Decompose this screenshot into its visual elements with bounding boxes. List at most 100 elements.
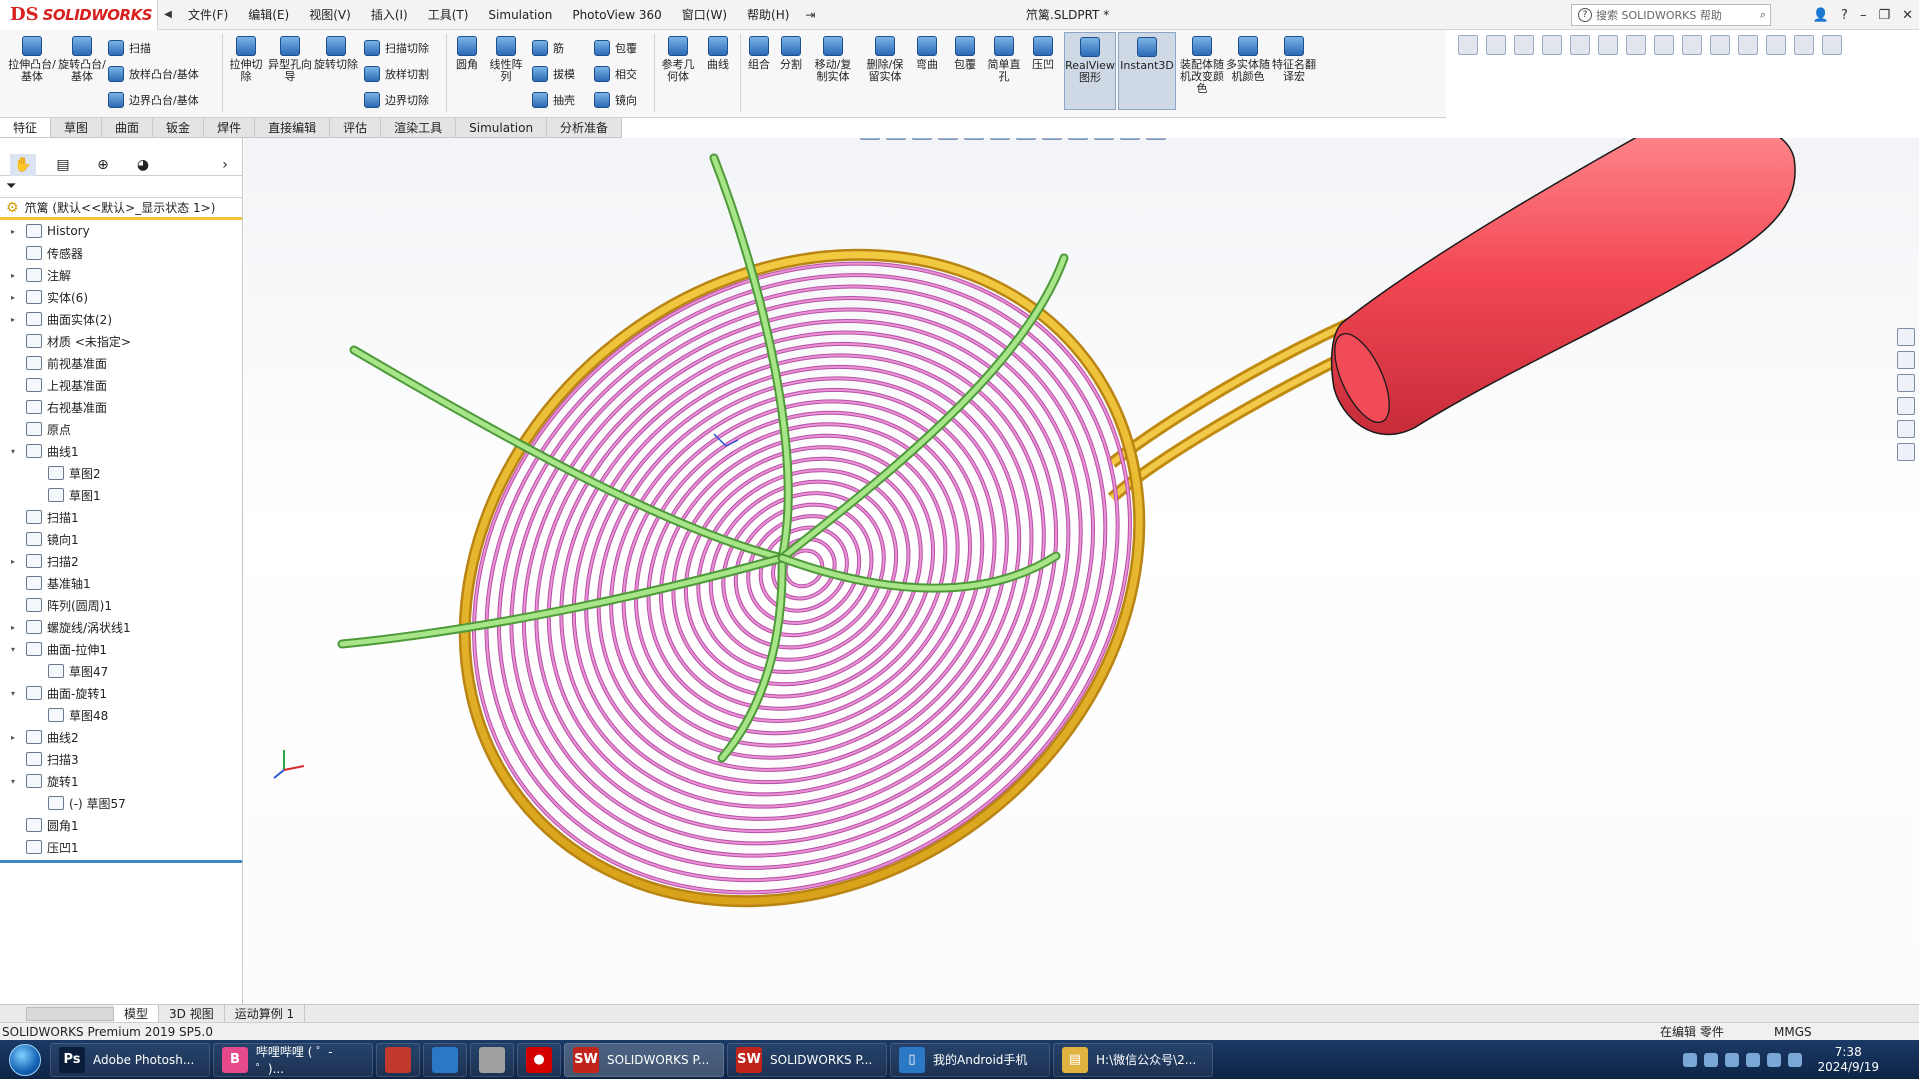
mirror-button[interactable]: 镜向 <box>594 92 637 108</box>
linear-pattern-button[interactable]: 线性阵列 <box>486 36 526 83</box>
snap-icon[interactable] <box>1570 35 1590 55</box>
intersect-button[interactable]: 相交 <box>594 66 637 82</box>
select-icon[interactable] <box>1514 35 1534 55</box>
filter-surface-icon[interactable] <box>1710 35 1730 55</box>
custom-properties-icon[interactable] <box>1897 443 1915 461</box>
menu-window[interactable]: 窗口(W) <box>672 0 737 30</box>
tree-node[interactable]: ▸ 曲线2 <box>0 726 242 748</box>
delete-keep-body-button[interactable]: 删除/保留实体 <box>862 36 908 83</box>
taskbar-app-button[interactable]: SW SOLIDWORKS P... <box>564 1042 724 1077</box>
filter-funnel-icon[interactable]: ⏷ <box>6 179 16 194</box>
tree-node[interactable]: 圆角1 <box>0 814 242 836</box>
view-palette-icon[interactable] <box>1897 397 1915 415</box>
tree-node[interactable]: ▸ History <box>0 220 242 242</box>
tree-expand-icon[interactable]: ▸ <box>8 557 18 566</box>
tree-node[interactable]: 传感器 <box>0 242 242 264</box>
rollback-bar[interactable] <box>0 860 242 863</box>
design-library-icon[interactable] <box>1897 351 1915 369</box>
tree-node[interactable]: 扫描3 <box>0 748 242 770</box>
tree-node[interactable]: ▾ 曲面-旋转1 <box>0 682 242 704</box>
combine-button[interactable]: 组合 <box>744 36 774 71</box>
tree-expand-icon[interactable]: ▸ <box>8 733 18 742</box>
filter-icon[interactable] <box>1458 35 1478 55</box>
help-search-box[interactable]: ? 搜索 SOLIDWORKS 帮助 ⌕ <box>1571 4 1771 26</box>
loft-boss-button[interactable]: 放样凸台/基体 <box>108 66 199 82</box>
split-button[interactable]: 分割 <box>776 36 806 71</box>
fillet-button[interactable]: 圆角 <box>450 36 484 71</box>
wrap-button[interactable]: 包覆 <box>594 40 637 56</box>
tab-weldments[interactable]: 焊件 <box>204 118 256 137</box>
tree-node[interactable]: 基准轴1 <box>0 572 242 594</box>
action-center-icon[interactable] <box>1788 1052 1803 1067</box>
swept-cut-button[interactable]: 扫描切除 <box>364 40 429 56</box>
part-root-node[interactable]: ⚙ 笊篱 (默认<<默认>_显示状态 1>) <box>0 198 242 220</box>
tree-filter[interactable]: ⏷ <box>0 176 242 198</box>
tree-expand-icon[interactable]: ▾ <box>8 447 18 456</box>
indent-button[interactable]: 压凹 <box>1028 36 1058 71</box>
tree-node[interactable]: ▾ 曲面-拉伸1 <box>0 638 242 660</box>
extrude-boss-button[interactable]: 拉伸凸台/基体 <box>8 36 56 83</box>
strainer-model[interactable] <box>244 138 1919 1004</box>
tab-analysis-prep[interactable]: 分析准备 <box>547 118 623 137</box>
tab-sheet-metal[interactable]: 钣金 <box>153 118 205 137</box>
keyboard-icon[interactable] <box>1683 1052 1698 1067</box>
tree-node[interactable]: 上视基准面 <box>0 374 242 396</box>
restore-icon[interactable]: ❐ <box>1878 8 1890 23</box>
file-explorer-icon[interactable] <box>1897 374 1915 392</box>
configuration-tab-icon[interactable]: ⊕ <box>90 154 116 176</box>
boundary-boss-button[interactable]: 边界凸台/基体 <box>108 92 199 108</box>
tree-node[interactable]: 阵列(圆周)1 <box>0 594 242 616</box>
curves-button[interactable]: 曲线 <box>700 36 736 71</box>
tree-node[interactable]: ▸ 螺旋线/涡状线1 <box>0 616 242 638</box>
taskbar-app-button[interactable]: ● <box>517 1042 561 1077</box>
tab-surfaces[interactable]: 曲面 <box>102 118 154 137</box>
tree-node[interactable]: ▸ 实体(6) <box>0 286 242 308</box>
tree-node[interactable]: (-) 草图57 <box>0 792 242 814</box>
tab-model[interactable]: 模型 <box>114 1004 160 1023</box>
taskbar-app-button[interactable] <box>423 1042 467 1077</box>
tree-node[interactable]: 扫描1 <box>0 506 242 528</box>
search-icon[interactable]: ⌕ <box>1760 8 1766 22</box>
help-search-input[interactable]: 搜索 SOLIDWORKS 帮助 <box>1596 7 1722 23</box>
simple-hole-button[interactable]: 简单直孔 <box>986 36 1022 83</box>
rib-button[interactable]: 筋 <box>532 40 564 56</box>
tab-evaluate[interactable]: 评估 <box>330 118 382 137</box>
menu-photoview[interactable]: PhotoView 360 <box>562 0 671 30</box>
filter-toggle-icon[interactable] <box>1486 35 1506 55</box>
tree-node[interactable]: 原点 <box>0 418 242 440</box>
graphics-area[interactable] <box>244 138 1919 1004</box>
tree-node[interactable]: 草图47 <box>0 660 242 682</box>
tray-expand-icon[interactable] <box>1704 1052 1719 1067</box>
taskbar-app-button[interactable] <box>376 1042 420 1077</box>
shell-button[interactable]: 抽壳 <box>532 92 575 108</box>
tree-expand-icon[interactable]: ▸ <box>8 293 18 302</box>
taskbar-app-button[interactable]: Ps Adobe Photosh... <box>50 1042 210 1077</box>
close-icon[interactable]: ✕ <box>1902 8 1913 23</box>
filter-vertex-icon[interactable] <box>1598 35 1618 55</box>
tab-features[interactable]: 特征 <box>0 118 52 137</box>
start-button[interactable] <box>0 1040 50 1079</box>
tree-node[interactable]: 草图2 <box>0 462 242 484</box>
assembly-random-color-button[interactable]: 装配体随机改变颜色 <box>1180 36 1224 95</box>
lofted-cut-button[interactable]: 放样切割 <box>364 66 429 82</box>
tree-node[interactable]: ▾ 曲线1 <box>0 440 242 462</box>
boundary-cut-button[interactable]: 边界切除 <box>364 92 429 108</box>
menu-simulation[interactable]: Simulation <box>478 0 562 30</box>
realview-button[interactable]: RealView图形 <box>1064 32 1116 110</box>
move-copy-body-button[interactable]: 移动/复制实体 <box>810 36 856 83</box>
pointer-icon[interactable] <box>1542 35 1562 55</box>
tree-node[interactable]: 草图1 <box>0 484 242 506</box>
taskbar-app-button[interactable]: ▤ H:\微信公众号\2... <box>1053 1042 1213 1077</box>
extrude-cut-button[interactable]: 拉伸切除 <box>226 36 266 83</box>
tree-expand-icon[interactable]: ▾ <box>8 645 18 654</box>
appearance-tab-icon[interactable]: ◕ <box>130 154 156 176</box>
filter-body-icon[interactable] <box>1682 35 1702 55</box>
tree-expand-icon[interactable]: ▾ <box>8 689 18 698</box>
tree-node[interactable]: 前视基准面 <box>0 352 242 374</box>
filter-face-icon[interactable] <box>1654 35 1674 55</box>
multibody-random-color-button[interactable]: 多实体随机颜色 <box>1226 36 1270 83</box>
taskbar-app-button[interactable]: SW SOLIDWORKS P... <box>727 1042 887 1077</box>
tree-node[interactable]: 右视基准面 <box>0 396 242 418</box>
wechat-icon[interactable] <box>1725 1052 1740 1067</box>
tab-scroll-arrows[interactable] <box>26 1006 114 1021</box>
